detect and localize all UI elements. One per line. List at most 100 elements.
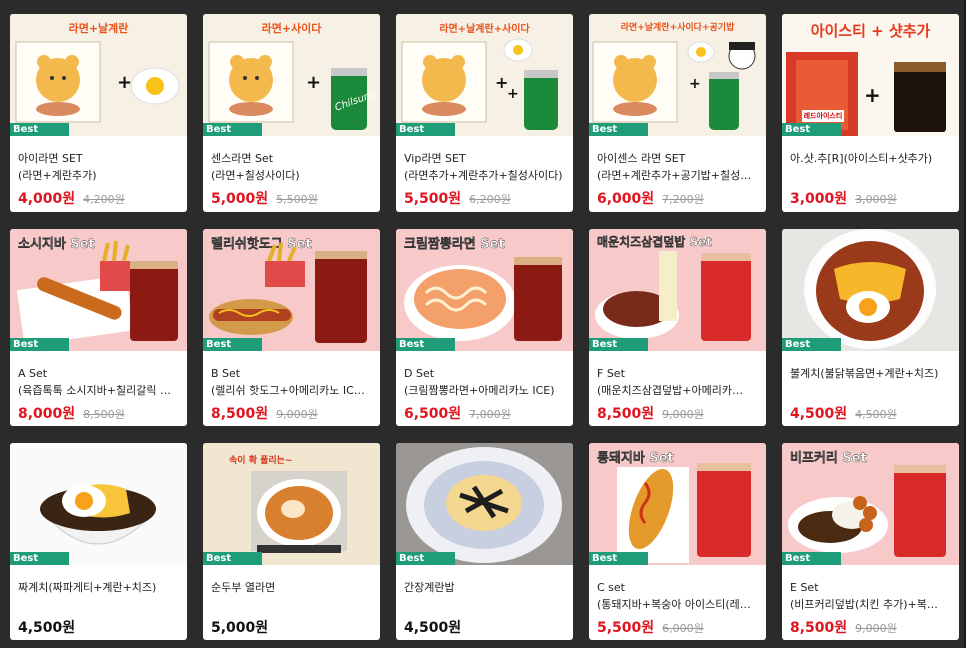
best-badge: Best	[203, 552, 262, 565]
jjapagetti-bowl-illustration	[38, 484, 158, 545]
ramen-egg-cider-illustration: + +	[401, 38, 558, 130]
sale-price: 5,000원	[211, 620, 269, 636]
menu-name: F Set	[597, 367, 625, 380]
menu-image: 소시지바 Set Best	[10, 229, 187, 351]
best-badge: Best	[203, 123, 262, 136]
spicy-cheese-pork-rice-illustration	[595, 251, 751, 341]
best-badge: Best	[396, 338, 455, 351]
drink-label: 레드아이스티	[803, 112, 843, 120]
svg-text:+: +	[864, 83, 881, 107]
menu-description: (라면+칠성사이다)	[211, 169, 300, 182]
cream-jjamppong-illustration	[404, 257, 562, 341]
pork-bar-peach-tea-illustration	[617, 463, 751, 563]
menu-description	[404, 596, 573, 613]
best-badge: Best	[10, 338, 69, 351]
svg-text:+: +	[507, 86, 519, 102]
original-price: 9,000원	[662, 408, 704, 421]
menu-card-sense-ramen-set[interactable]: 라면+사이다 + Chilsung Best 센스라면 Set (라면+칠성사이…	[203, 14, 380, 212]
sale-price: 5,500원	[597, 620, 655, 636]
menu-image: Best	[396, 443, 573, 565]
original-price: 6,200원	[469, 193, 511, 206]
menu-card-a-set[interactable]: 소시지바 Set Best A Set (육즙톡톡 소시지바+칠리갈릭 … 8,…	[10, 229, 187, 426]
menu-description: (라면추가+계란추가+칠성사이다)	[404, 169, 563, 182]
best-badge: Best	[396, 123, 455, 136]
menu-name: 아이센스 라면 SET	[597, 152, 686, 165]
menu-name: C set	[597, 581, 625, 594]
best-badge: Best	[203, 338, 262, 351]
ramen-full-set-illustration: +	[592, 41, 756, 130]
original-price: 5,500원	[276, 193, 318, 206]
menu-description: (렐리쉬 핫도그+아메리카노 IC…	[211, 384, 365, 397]
menu-card-e-set[interactable]: 비프커리 Set Best E Set (비프커리덮밥(치킨 추가)+복… 8,…	[782, 443, 959, 640]
sale-price: 6,500원	[404, 406, 462, 422]
menu-image: 라면+날계란+사이다 + + Best	[396, 14, 573, 136]
best-badge: Best	[589, 552, 648, 565]
menu-card-d-set[interactable]: 크림짬뽕라면 Set Best D Set (크림짬뽕라면+아메리카노 ICE)…	[396, 229, 573, 426]
original-price: 9,000원	[276, 408, 318, 421]
original-price: 7,000원	[469, 408, 511, 421]
sale-price: 4,500원	[790, 406, 848, 422]
menu-card-c-set[interactable]: 통돼지바 Set Best C set (통돼지바+복숭아 아이스티(레… 5,…	[589, 443, 766, 640]
sale-price: 4,500원	[404, 620, 462, 636]
sale-price: 4,500원	[18, 620, 76, 636]
sale-price: 8,500원	[790, 620, 848, 636]
menu-description: (육즙톡톡 소시지바+칠리갈릭 …	[18, 384, 171, 397]
menu-card-sundubu-yeol-ramen[interactable]: 속이 확 풀리는~ Best 순두부 열라면 5,000원	[203, 443, 380, 640]
menu-image: 렐리쉬핫도그 Set Best	[203, 229, 380, 351]
best-badge: Best	[10, 552, 69, 565]
sale-price: 3,000원	[790, 191, 848, 207]
menu-image: 라면+사이다 + Chilsung Best	[203, 14, 380, 136]
sale-price: 8,500원	[211, 406, 269, 422]
menu-card-vip-ramen-set[interactable]: 라면+날계란+사이다 + + Best Vip라면 SET (라면추가+계란추가…	[396, 14, 573, 212]
svg-text:+: +	[306, 72, 321, 93]
menu-card-iced-tea-shot[interactable]: 아이스티 + 샷추가 + 레드아이스티 Best 아.샷.추[R](아이스티+샷…	[782, 14, 959, 212]
best-badge: Best	[396, 552, 455, 565]
sausage-bar-illustration	[16, 240, 178, 346]
sundubu-ramen-illustration	[251, 471, 347, 553]
menu-name: D Set	[404, 367, 435, 380]
svg-text:+: +	[117, 72, 132, 93]
menu-description	[211, 596, 380, 613]
relish-hotdog-illustration	[209, 242, 367, 343]
original-price: 9,000원	[855, 622, 897, 635]
menu-image: 통돼지바 Set Best	[589, 443, 766, 565]
menu-card-buldak-egg-cheese[interactable]: Best 불계치(불닭볶음면+계란+치즈) 4,500원 4,500원	[782, 229, 959, 426]
original-price: 6,000원	[662, 622, 704, 635]
menu-name: 짜계치(짜파게티+계란+치즈)	[18, 581, 157, 594]
sale-price: 8,000원	[18, 406, 76, 422]
menu-image: 아이스티 + 샷추가 + 레드아이스티 Best	[782, 14, 959, 136]
menu-description	[790, 382, 959, 399]
menu-name: A Set	[18, 367, 48, 380]
original-price: 4,200원	[83, 193, 125, 206]
menu-card-ai-ramen-set[interactable]: 라면+날계란 + Best 아이라면 SET (라면+계란추가) 4,000원 …	[10, 14, 187, 212]
menu-image: Best	[10, 443, 187, 565]
menu-description: (라면+계란추가+공기밥+칠성…	[597, 169, 752, 182]
buldak-noodle-illustration	[804, 229, 936, 349]
menu-name: 간장계란밥	[404, 581, 455, 594]
menu-name: 순두부 열라면	[211, 581, 276, 594]
menu-name: 아이라면 SET	[18, 152, 83, 165]
menu-description: (비프커리덮밥(치킨 추가)+복…	[790, 598, 938, 611]
menu-image: Best	[782, 229, 959, 351]
menu-image: 라면+날계란 + Best	[10, 14, 187, 136]
menu-card-soy-egg-rice[interactable]: Best 간장계란밥 4,500원	[396, 443, 573, 640]
menu-card-jjapagetti-egg-cheese[interactable]: Best 짜계치(짜파게티+계란+치즈) 4,500원	[10, 443, 187, 640]
menu-description: (라면+계란추가)	[18, 169, 97, 182]
menu-description: (크림짬뽕라면+아메리카노 ICE)	[404, 384, 555, 397]
svg-text:+: +	[689, 76, 701, 92]
menu-name: 센스라면 Set	[211, 152, 274, 165]
menu-image: 라면+날계란+사이다+공기밥 + Best	[589, 14, 766, 136]
menu-name: E Set	[790, 581, 819, 594]
menu-name: 불계치(불닭볶음면+계란+치즈)	[790, 367, 939, 380]
menu-image: 크림짬뽕라면 Set Best	[396, 229, 573, 351]
menu-card-aisense-ramen-set[interactable]: 라면+날계란+사이다+공기밥 + Best 아이센스 라면 SET (라면+계란…	[589, 14, 766, 212]
menu-card-b-set[interactable]: 렐리쉬핫도그 Set Best B Set (렐리쉬 핫도그+아메리카노 IC……	[203, 229, 380, 426]
best-badge: Best	[782, 552, 841, 565]
original-price: 8,500원	[83, 408, 125, 421]
menu-image: 비프커리 Set Best	[782, 443, 959, 565]
menu-card-f-set[interactable]: 매운치즈삼겹덮밥 Set Best F Set (매운치즈삼겹덮밥+아메리카… …	[589, 229, 766, 426]
original-price: 7,200원	[662, 193, 704, 206]
menu-image: 속이 확 풀리는~ Best	[203, 443, 380, 565]
sale-price: 4,000원	[18, 191, 76, 207]
best-badge: Best	[589, 338, 648, 351]
